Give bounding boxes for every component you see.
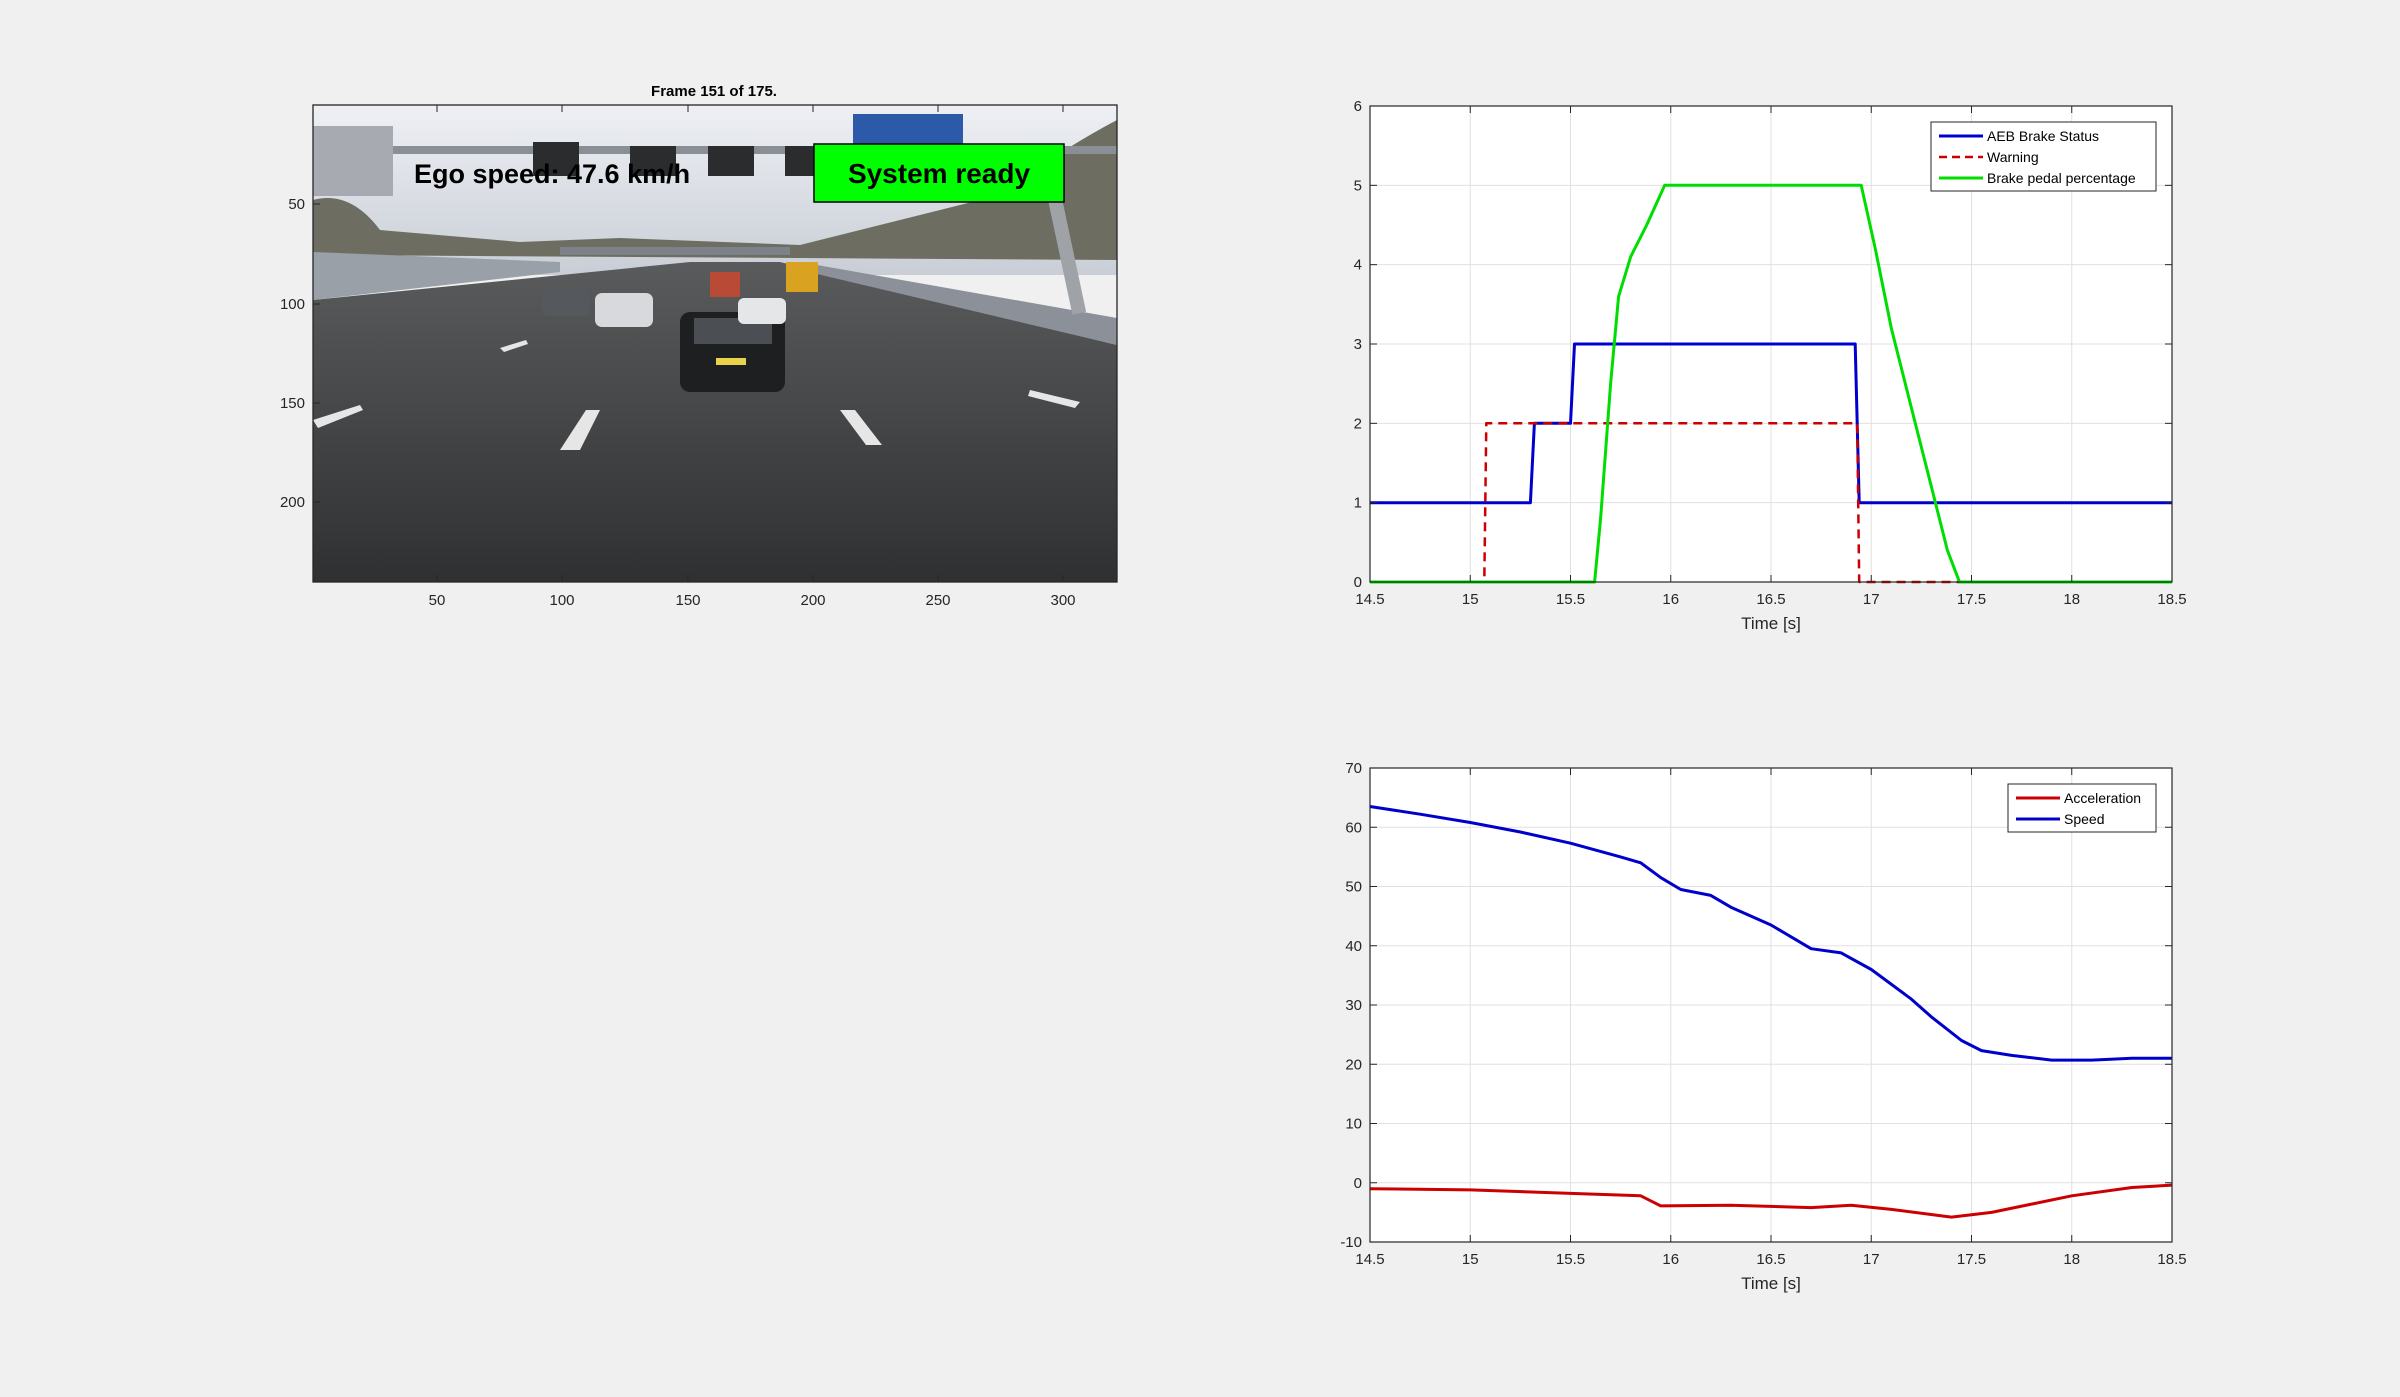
x-tick-label: 16.5 (1756, 1251, 1785, 1268)
x-axis-label: Time [s] (1741, 1274, 1801, 1293)
y-tick-label: 0 (1354, 1175, 1362, 1192)
y-tick-label: 4 (1354, 257, 1362, 274)
x-tick-label: 15.5 (1556, 1251, 1585, 1268)
y-tick-label: 2 (1354, 415, 1362, 432)
y-tick-label: 10 (1345, 1116, 1362, 1133)
image-x-tick: 200 (800, 592, 825, 609)
frame-title: Frame 151 of 175. (651, 83, 777, 100)
figure-canvas: Frame 151 of 175. Ego speed: 47.6 km/h S… (280, 83, 2187, 1293)
x-tick-label: 14.5 (1355, 1251, 1384, 1268)
x-tick-label: 14.5 (1355, 591, 1384, 608)
y-tick-label: 1 (1354, 495, 1362, 512)
image-y-tick: 50 (288, 196, 305, 213)
y-tick-label: 6 (1354, 98, 1362, 115)
legend-label: Brake pedal percentage (1987, 170, 2136, 186)
image-y-tick: 100 (280, 296, 305, 313)
image-x-tick: 100 (549, 592, 574, 609)
x-tick-label: 17 (1863, 1251, 1880, 1268)
x-tick-label: 15 (1462, 591, 1479, 608)
brake-status-chart: 14.5 15 15.5 16 16.5 17 17.5 18 18.5 0 1 2 3 4 5 6 Time … (1354, 98, 2187, 633)
image-x-tick: 300 (1050, 592, 1075, 609)
y-tick-label: 5 (1354, 177, 1362, 194)
x-tick-label: 16 (1662, 591, 1679, 608)
x-tick-label: 18.5 (2157, 1251, 2186, 1268)
image-y-tick: 200 (280, 494, 305, 511)
x-axis-label: Time [s] (1741, 614, 1801, 633)
x-tick-label: 15 (1462, 1251, 1479, 1268)
system-status-label: System ready (848, 158, 1031, 189)
speed-acceleration-chart: 14.5 15 15.5 16 16.5 17 17.5 18 18.5 -10 0 10 20 30 40… (1340, 760, 2186, 1293)
image-y-tick: 150 (280, 395, 305, 412)
y-tick-label: 20 (1345, 1056, 1362, 1073)
x-tick-label: 17.5 (1957, 591, 1986, 608)
image-x-tick: 150 (675, 592, 700, 609)
y-tick-label: 70 (1345, 760, 1362, 777)
y-tick-label: 60 (1345, 819, 1362, 836)
y-tick-label: 0 (1354, 574, 1362, 591)
image-x-tick: 250 (925, 592, 950, 609)
x-tick-label: 16 (1662, 1251, 1679, 1268)
x-tick-label: 18 (2063, 591, 2080, 608)
y-tick-label: 3 (1354, 336, 1362, 353)
x-tick-label: 17 (1863, 591, 1880, 608)
x-tick-label: 18 (2063, 1251, 2080, 1268)
legend-label: Speed (2064, 811, 2104, 827)
x-tick-label: 18.5 (2157, 591, 2186, 608)
video-frame-panel: Frame 151 of 175. Ego speed: 47.6 km/h S… (280, 83, 1118, 609)
y-tick-label: 30 (1345, 997, 1362, 1014)
y-tick-label: 50 (1345, 879, 1362, 896)
image-x-tick: 50 (429, 592, 446, 609)
ego-speed-overlay: Ego speed: 47.6 km/h (414, 159, 690, 189)
legend-label: AEB Brake Status (1987, 128, 2099, 144)
x-tick-label: 15.5 (1556, 591, 1585, 608)
x-tick-label: 16.5 (1756, 591, 1785, 608)
x-tick-label: 17.5 (1957, 1251, 1986, 1268)
legend-label: Warning (1987, 149, 2039, 165)
y-tick-label: -10 (1340, 1234, 1362, 1251)
legend-label: Acceleration (2064, 790, 2141, 806)
y-tick-label: 40 (1345, 938, 1362, 955)
